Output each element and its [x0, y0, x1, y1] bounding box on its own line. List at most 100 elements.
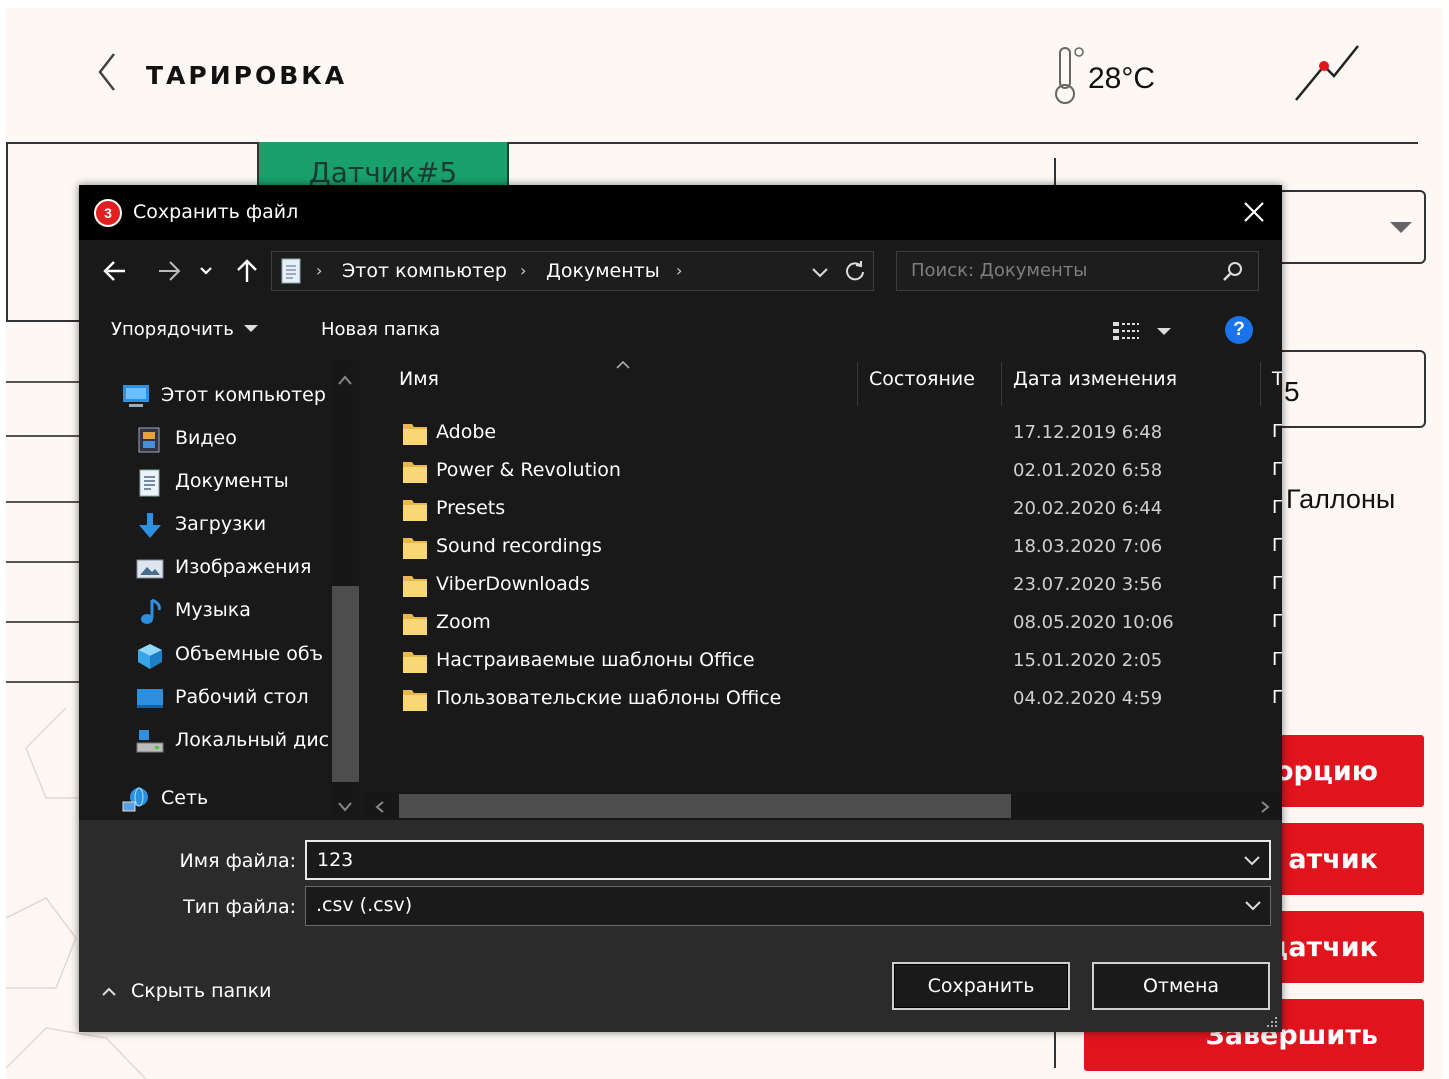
dialog-toolbar: Упорядочить Новая папка ? [79, 300, 1282, 360]
back-arrow-icon[interactable] [101, 258, 129, 284]
nav-item-local-disk[interactable]: Локальный дис [175, 729, 331, 751]
recent-locations-chevron-icon[interactable] [197, 258, 215, 284]
value-input-text: 5 [1284, 376, 1300, 407]
file-row[interactable]: ViberDownloads 23.07.2020 3:56 Г [366, 567, 1282, 605]
file-name: Zoom [436, 611, 491, 633]
save-button[interactable]: Сохранить [892, 962, 1070, 1010]
nav-pane-scroll-thumb[interactable] [332, 586, 359, 782]
file-date: 20.02.2020 6:44 [1013, 498, 1163, 519]
file-name: Presets [436, 497, 506, 519]
music-icon [141, 598, 161, 624]
nav-item-3d-objects[interactable]: Объемные объ [175, 643, 331, 665]
file-list: Имя Состояние Дата изменения Т Adobe 17.… [366, 360, 1282, 820]
computer-icon [123, 385, 149, 407]
dropdown-arrow-icon [243, 325, 258, 332]
column-separator[interactable] [1001, 362, 1002, 406]
file-name: Adobe [436, 421, 497, 443]
local-disk-icon [136, 730, 164, 753]
navigation-bar: › Этот компьютер › Документы › [79, 240, 1282, 300]
scroll-right-icon[interactable] [1259, 800, 1271, 814]
view-options-icon[interactable] [1109, 317, 1175, 345]
filetype-value: .csv (.csv) [316, 894, 413, 916]
filetype-select[interactable]: .csv (.csv) [305, 886, 1271, 926]
hide-folders-label: Скрыть папки [131, 980, 272, 1002]
file-date: 17.12.2019 6:48 [1013, 422, 1163, 443]
file-row[interactable]: Пользовательские шаблоны Office 04.02.20… [366, 681, 1282, 719]
app-logo-icon: 3 [94, 199, 122, 227]
filename-label: Имя файла: [179, 850, 296, 872]
dialog-footer: Имя файла: Тип файла: .csv (.csv) Скрыть… [79, 820, 1282, 1032]
cancel-button[interactable]: Отмена [1092, 962, 1270, 1010]
column-header-date[interactable]: Дата изменения [1013, 368, 1177, 390]
file-row[interactable]: Zoom 08.05.2020 10:06 Г [366, 605, 1282, 643]
address-bar[interactable]: › Этот компьютер › Документы › [271, 251, 874, 291]
file-row[interactable]: Presets 20.02.2020 6:44 Г [366, 491, 1282, 529]
file-type: Г [1272, 497, 1282, 518]
up-arrow-icon[interactable] [233, 258, 261, 284]
nav-item-desktop[interactable]: Рабочий стол [175, 686, 331, 708]
file-type: Г [1272, 421, 1282, 442]
forward-arrow-icon[interactable] [155, 258, 183, 284]
scroll-down-icon[interactable] [337, 800, 353, 812]
refresh-icon[interactable] [844, 260, 866, 282]
nav-item-music[interactable]: Музыка [175, 599, 331, 621]
filename-input[interactable] [317, 849, 1217, 871]
file-list-scroll-thumb[interactable] [399, 794, 1011, 818]
folder-icon [403, 576, 427, 597]
video-icon [138, 427, 160, 453]
folder-icon [403, 690, 427, 711]
search-box[interactable] [896, 251, 1259, 291]
back-chevron-icon[interactable] [92, 50, 122, 94]
nav-item-this-pc[interactable]: Этот компьютер [161, 384, 331, 406]
close-icon[interactable] [1237, 195, 1271, 229]
resize-grip-icon[interactable] [1264, 1014, 1278, 1028]
breadcrumb-documents[interactable]: Документы [546, 260, 660, 282]
file-date: 23.07.2020 3:56 [1013, 574, 1163, 595]
folder-icon [403, 500, 427, 521]
file-date: 04.02.2020 4:59 [1013, 688, 1163, 709]
search-icon[interactable] [1221, 260, 1245, 284]
navigation-pane: Этот компьютер Видео Документы Загрузки … [79, 360, 361, 820]
temperature-readout: 28°C [1088, 62, 1156, 95]
file-type: Г [1272, 687, 1282, 708]
file-row[interactable]: Настраиваемые шаблоны Office 15.01.2020 … [366, 643, 1282, 681]
column-header-name[interactable]: Имя [399, 368, 439, 390]
nav-item-images[interactable]: Изображения [175, 556, 331, 578]
help-icon[interactable]: ? [1225, 316, 1253, 344]
nav-item-documents[interactable]: Документы [175, 470, 331, 492]
chevron-down-icon[interactable] [1244, 899, 1262, 913]
nav-item-network[interactable]: Сеть [161, 787, 331, 809]
breadcrumb-this-pc[interactable]: Этот компьютер [342, 260, 507, 282]
nav-item-video[interactable]: Видео [175, 427, 331, 449]
new-folder-button[interactable]: Новая папка [321, 319, 440, 340]
documents-icon [139, 469, 160, 497]
hide-folders-button[interactable]: Скрыть папки [101, 980, 271, 1002]
file-row[interactable]: Power & Revolution 02.01.2020 6:58 Г [366, 453, 1282, 491]
file-row[interactable]: Sound recordings 18.03.2020 7:06 Г [366, 529, 1282, 567]
nav-item-downloads[interactable]: Загрузки [175, 513, 331, 535]
organize-label: Упорядочить [111, 319, 234, 340]
search-input[interactable] [911, 260, 1211, 281]
chevron-down-icon[interactable] [1243, 854, 1261, 868]
file-date: 08.05.2020 10:06 [1013, 612, 1174, 633]
address-dropdown-icon[interactable] [810, 262, 830, 282]
filename-field[interactable] [305, 840, 1271, 880]
scroll-left-icon[interactable] [374, 800, 386, 814]
app-header: ТАРИРОВКА 28°C [6, 8, 1443, 142]
file-type: Г [1272, 611, 1282, 632]
folder-icon [403, 538, 427, 559]
chart-icon[interactable] [1290, 42, 1362, 102]
3d-objects-icon [138, 644, 162, 669]
file-date: 18.03.2020 7:06 [1013, 536, 1163, 557]
scroll-up-icon[interactable] [337, 374, 353, 386]
file-row[interactable]: Adobe 17.12.2019 6:48 Г [366, 415, 1282, 453]
column-header-status[interactable]: Состояние [869, 368, 975, 390]
organize-button[interactable]: Упорядочить [111, 319, 258, 340]
file-date: 15.01.2020 2:05 [1013, 650, 1163, 671]
column-separator[interactable] [1260, 362, 1261, 406]
column-separator[interactable] [857, 362, 858, 406]
file-list-scrollbar[interactable] [366, 792, 1282, 820]
file-date: 02.01.2020 6:58 [1013, 460, 1163, 481]
column-header-type[interactable]: Т [1272, 368, 1282, 390]
file-type: Г [1272, 459, 1282, 480]
